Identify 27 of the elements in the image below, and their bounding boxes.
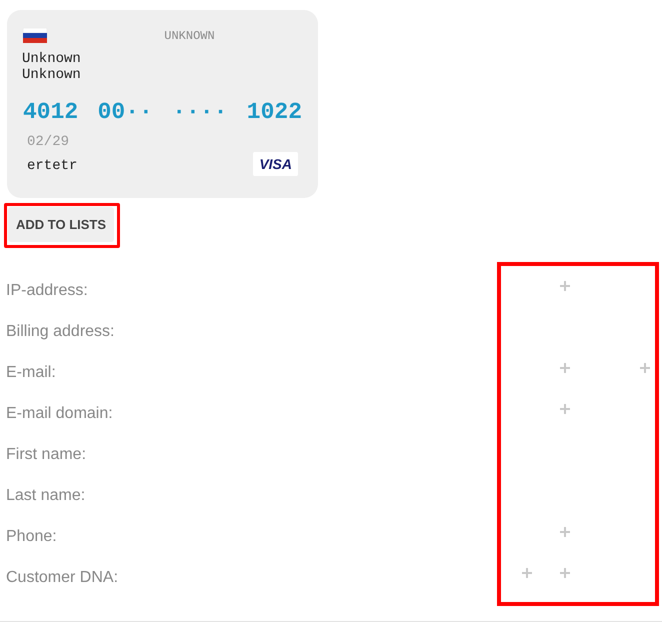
field-label: First name: (6, 446, 88, 464)
card-network-logo: VISA (253, 152, 298, 176)
field-label: E-mail domain: (6, 404, 114, 422)
bank-name: Unknown (22, 67, 82, 83)
card-number-group: ···· (172, 99, 228, 125)
plus-icon[interactable] (640, 362, 650, 372)
card-brand: UNKNOWN (163, 28, 216, 42)
bank-name: Unknown (22, 51, 82, 67)
card-holder: ertetr (27, 158, 78, 174)
card-number-group: 00·· (98, 99, 153, 125)
add-to-lists-button[interactable]: ADD TO LISTS (8, 207, 114, 242)
flag-icon (23, 28, 47, 43)
field-label: IP-address: (6, 282, 89, 300)
card-number-group: 4012 (23, 99, 78, 125)
field-label: E-mail: (6, 364, 57, 382)
plus-icon[interactable] (560, 362, 570, 372)
field-label: Billing address: (6, 322, 116, 340)
field-label: Phone: (6, 528, 58, 546)
card-number-group: 1022 (246, 99, 302, 125)
plus-icon[interactable] (522, 568, 532, 578)
field-label: Customer DNA: (6, 568, 120, 586)
card-expiry: 02/29 (27, 134, 70, 150)
plus-icon[interactable] (560, 280, 570, 290)
field-label: Last name: (6, 486, 86, 504)
plus-icon[interactable] (560, 568, 570, 578)
plus-icon[interactable] (560, 404, 570, 414)
plus-icon[interactable] (560, 526, 570, 536)
